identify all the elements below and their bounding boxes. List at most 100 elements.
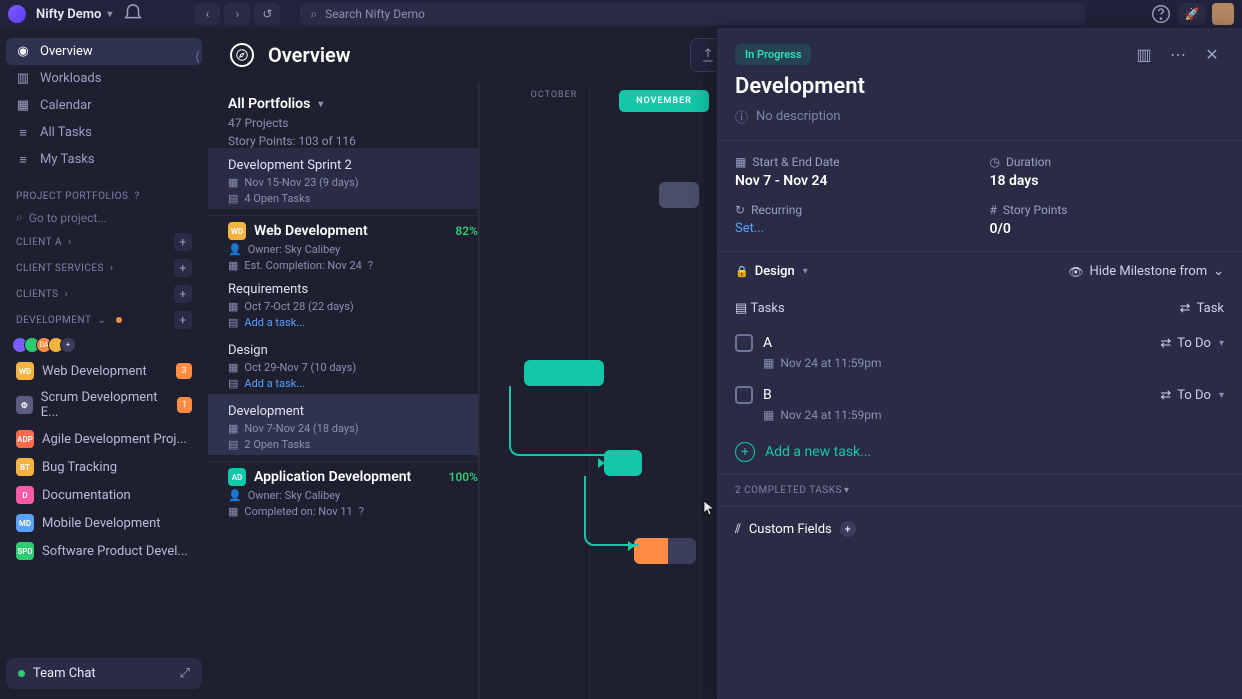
month-november[interactable]: NOVEMBER	[619, 90, 709, 112]
sidebar-project[interactable]: SPDSoftware Product Devel...	[6, 537, 202, 565]
description[interactable]: ⓘNo description	[717, 107, 1242, 140]
sidebar-project[interactable]: WDWeb Development3	[6, 357, 202, 385]
milestone-development[interactable]: Development ▦Nov 7-Nov 24 (18 days) ▤2 O…	[208, 394, 478, 455]
field-story-points[interactable]: #Story Points 0/0	[990, 203, 1225, 237]
add-field-icon[interactable]: +	[840, 521, 856, 537]
collapse-sidebar-icon[interactable]: ⟨	[195, 50, 200, 65]
project-badge: SPD	[16, 542, 34, 560]
count-badge: 3	[176, 363, 192, 379]
archive-icon[interactable]: ▥	[1132, 42, 1156, 66]
close-icon[interactable]: ✕	[1200, 42, 1224, 66]
hash-icon: #	[990, 203, 997, 217]
story-points: Story Points: 103 of 116	[228, 134, 478, 148]
logo	[8, 5, 26, 23]
field-dates[interactable]: ▦Start & End Date Nov 7 - Nov 24	[735, 155, 970, 189]
compass-icon: ◉	[16, 45, 30, 59]
member-avatars[interactable]: DA+	[6, 333, 202, 357]
field-recurring[interactable]: ↻Recurring Set...	[735, 203, 970, 237]
list-icon: ≡	[16, 126, 30, 140]
sidebar-project[interactable]: MDMobile Development	[6, 509, 202, 537]
task-status[interactable]: ⇄To Do	[1160, 336, 1224, 351]
nav-forward[interactable]: ›	[224, 3, 250, 25]
nav-history[interactable]: ↺	[254, 3, 280, 25]
tasks-label: Tasks	[751, 301, 785, 316]
nav-back[interactable]: ‹	[194, 3, 220, 25]
sidebar-project[interactable]: ⚙Scrum Development E...1	[6, 385, 202, 425]
swap-icon: ⇄	[1160, 388, 1171, 403]
portfolio-selector[interactable]: All Portfolios	[228, 96, 478, 112]
project-application-development[interactable]: AD Application Development 100%	[228, 468, 478, 486]
add-icon[interactable]: +	[174, 233, 192, 251]
swap-icon: ⇄	[1160, 336, 1171, 351]
add-task-link[interactable]: Add a task...	[244, 316, 305, 329]
task-date: ▦Nov 24 at 11:59pm	[763, 356, 1224, 370]
nav-calendar[interactable]: ▦Calendar	[6, 92, 202, 119]
nav-all-tasks[interactable]: ≡All Tasks	[6, 119, 202, 146]
project-web-development[interactable]: WD Web Development 82%	[228, 222, 478, 240]
info-icon[interactable]: ?	[134, 191, 139, 202]
nav-my-tasks[interactable]: ≡My Tasks	[6, 146, 202, 173]
workspace-switcher[interactable]: Nifty Demo	[36, 7, 112, 22]
project-badge: AD	[228, 468, 246, 486]
bar-development[interactable]	[634, 538, 696, 564]
nav-overview[interactable]: ◉Overview	[6, 38, 202, 65]
task-name: A	[763, 335, 772, 351]
goto-project[interactable]: ⌕Go to project...	[6, 206, 202, 229]
group-client-a[interactable]: CLIENT A›+	[6, 229, 202, 255]
bar-dev-sprint-2[interactable]	[659, 182, 699, 208]
user-icon: 👤	[228, 243, 242, 256]
project-badge: WD	[16, 362, 34, 380]
info-icon[interactable]: ?	[368, 259, 373, 272]
add-icon[interactable]: +	[174, 311, 192, 329]
project-name: Mobile Development	[42, 516, 161, 531]
project-count: 47 Projects	[228, 116, 478, 130]
global-search[interactable]: ⌕ Search Nifty Demo	[300, 3, 1085, 25]
checkbox[interactable]	[735, 386, 753, 404]
search-placeholder: Search Nifty Demo	[325, 7, 425, 21]
nav-workloads[interactable]: ▥Workloads	[6, 65, 202, 92]
bar-requirements[interactable]	[524, 360, 604, 386]
hide-milestone[interactable]: 👁Hide Milestone from⌄	[1068, 264, 1224, 279]
help-icon[interactable]	[1150, 3, 1172, 25]
info-icon[interactable]: ?	[359, 505, 364, 518]
add-icon[interactable]: +	[174, 259, 192, 277]
group-development[interactable]: DEVELOPMENT⌄+	[6, 307, 202, 333]
checkbox[interactable]	[735, 334, 753, 352]
add-icon[interactable]: +	[174, 285, 192, 303]
milestone-design[interactable]: Design ▦Oct 29-Nov 7 (10 days) ▤Add a ta…	[228, 333, 478, 394]
online-dot	[18, 670, 25, 677]
info-icon: ⓘ	[735, 107, 748, 126]
bar-design[interactable]	[604, 450, 642, 476]
custom-fields-header[interactable]: ⫽ Custom Fields +	[735, 521, 1224, 537]
upgrade-button[interactable]: 🚀	[1178, 3, 1206, 25]
panel-title[interactable]: Development	[717, 66, 1242, 107]
plus-icon: +	[735, 442, 755, 462]
sidebar-project[interactable]: ADPAgile Development Proj...	[6, 425, 202, 453]
status-badge[interactable]: In Progress	[735, 44, 811, 65]
new-task-button[interactable]: ⇄Task	[1180, 301, 1224, 316]
field-duration: ◷Duration 18 days	[990, 155, 1225, 189]
task-item[interactable]: A ⇄To Do ▦Nov 24 at 11:59pm	[717, 326, 1242, 378]
dependency-selector[interactable]: Design	[755, 264, 808, 279]
swap-icon: ⇄	[1180, 301, 1191, 316]
user-avatar[interactable]	[1212, 3, 1234, 25]
task-item[interactable]: B⇄To Do▦Nov 24 at 11:59pm	[717, 378, 1242, 430]
team-chat[interactable]: Team Chat ⤢	[6, 658, 202, 689]
completed-tasks[interactable]: 2 COMPLETED TASKS	[717, 474, 1242, 506]
expand-icon[interactable]: ⤢	[180, 666, 190, 681]
sidebar-project[interactable]: BTBug Tracking	[6, 453, 202, 481]
task-status[interactable]: ⇄To Do	[1160, 388, 1224, 403]
lock-icon: 🔒	[735, 265, 749, 278]
bell-icon[interactable]	[122, 3, 144, 25]
milestone-requirements[interactable]: Requirements ▦Oct 7-Oct 28 (22 days) ▤Ad…	[228, 272, 478, 333]
more-icon[interactable]: ⋯	[1166, 42, 1190, 66]
milestone-dev-sprint-2[interactable]: Development Sprint 2 ▦Nov 15-Nov 23 (9 d…	[208, 148, 478, 209]
portfolios-header: PROJECT PORTFOLIOS?	[6, 187, 202, 206]
group-clients[interactable]: CLIENTS›+	[6, 281, 202, 307]
calendar-icon: ▦	[228, 176, 238, 189]
add-task[interactable]: + Add a new task...	[717, 430, 1242, 474]
sidebar-project[interactable]: DDocumentation	[6, 481, 202, 509]
calendar-icon: ▦	[763, 408, 774, 422]
add-task-link[interactable]: Add a task...	[244, 377, 305, 390]
group-client-services[interactable]: CLIENT SERVICES›+	[6, 255, 202, 281]
